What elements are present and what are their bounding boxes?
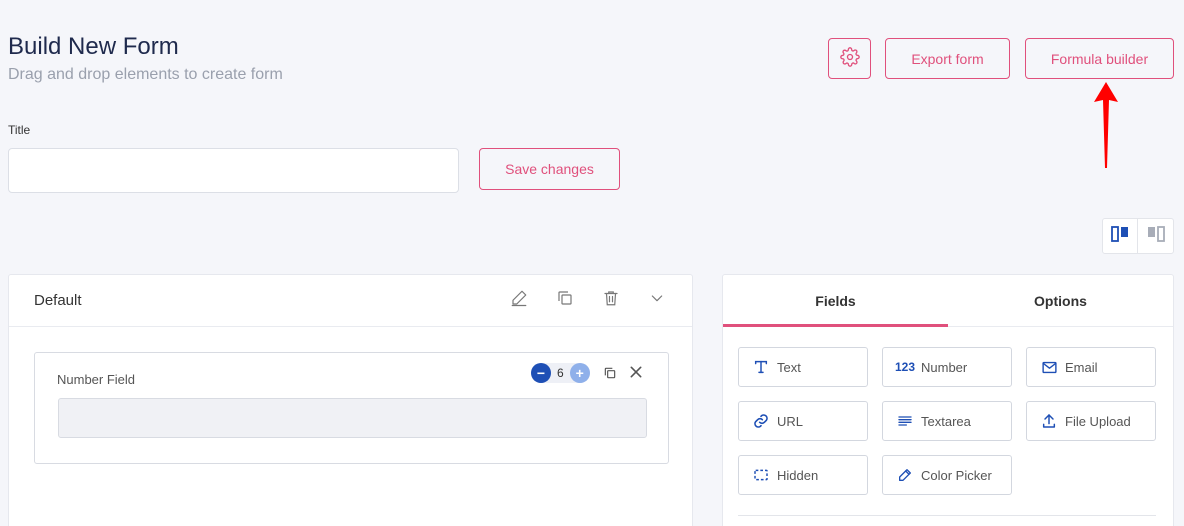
field-type-color-picker[interactable]: Color Picker (882, 455, 1012, 495)
panel-tabs: Fields Options (723, 275, 1173, 327)
gear-icon (839, 47, 860, 70)
close-icon (628, 364, 644, 385)
page-subtitle: Drag and drop elements to create form (8, 66, 283, 83)
color-picker-icon (895, 465, 915, 485)
text-icon (751, 357, 771, 377)
tab-options[interactable]: Options (948, 275, 1173, 326)
delete-section-button[interactable] (599, 289, 623, 313)
field-width-value: 6 (557, 366, 564, 380)
field-type-label: File Upload (1065, 413, 1131, 429)
section-header: Default (9, 275, 692, 327)
field-type-text[interactable]: Text (738, 347, 868, 387)
formula-builder-button[interactable]: Formula builder (1025, 38, 1174, 79)
decrease-width-button[interactable]: − (531, 363, 551, 383)
number-icon: 123 (894, 360, 916, 374)
field-type-label: Email (1065, 359, 1098, 375)
field-type-label: URL (777, 413, 804, 429)
layout-option-left[interactable] (1103, 219, 1139, 253)
field-type-label: Text (777, 359, 801, 375)
chevron-down-icon (649, 290, 665, 311)
field-type-textarea[interactable]: Textarea (882, 401, 1012, 441)
annotation-arrow-icon (1094, 82, 1118, 168)
duplicate-section-button[interactable] (553, 289, 577, 313)
field-type-label: Textarea (921, 413, 971, 429)
field-label: Number Field (57, 372, 136, 387)
hidden-icon (751, 465, 771, 485)
tab-fields[interactable]: Fields (723, 275, 948, 327)
copy-icon (556, 289, 574, 312)
field-type-email[interactable]: Email (1026, 347, 1156, 387)
minus-icon: − (536, 365, 546, 381)
title-label: Title (8, 123, 31, 137)
number-field-card[interactable]: Number Field − 6 + (34, 352, 669, 464)
field-type-number[interactable]: 123 Number (882, 347, 1012, 387)
field-width-control: − 6 + (531, 363, 590, 383)
collapse-section-button[interactable] (645, 289, 669, 313)
elements-panel: Fields Options Text 123 Number Email URL… (722, 274, 1174, 526)
field-type-url[interactable]: URL (738, 401, 868, 441)
layout-toggle (1102, 218, 1174, 254)
page-title: Build New Form (8, 33, 179, 60)
field-type-label: Color Picker (921, 467, 992, 483)
remove-field-button[interactable] (624, 362, 648, 386)
section-title: Default (34, 292, 82, 309)
number-field-preview (58, 398, 647, 438)
plus-icon: + (575, 365, 584, 381)
section-card: Default Number Field − 6 + (8, 274, 693, 526)
edit-icon (510, 289, 528, 312)
email-icon (1039, 357, 1059, 377)
columns-right-icon (1147, 225, 1165, 247)
export-form-button[interactable]: Export form (885, 38, 1010, 79)
textarea-icon (895, 411, 915, 431)
field-type-file-upload[interactable]: File Upload (1026, 401, 1156, 441)
settings-button[interactable] (828, 38, 871, 79)
link-icon (751, 411, 771, 431)
field-type-hidden[interactable]: Hidden (738, 455, 868, 495)
layout-option-right[interactable] (1138, 219, 1173, 253)
edit-section-button[interactable] (507, 289, 531, 313)
trash-icon (602, 289, 620, 312)
upload-icon (1039, 411, 1059, 431)
title-input[interactable] (8, 148, 459, 193)
section-actions (507, 289, 669, 313)
field-type-label: Hidden (777, 467, 819, 483)
panel-divider (738, 515, 1156, 516)
field-type-grid: Text 123 Number Email URL Textarea File … (738, 347, 1156, 495)
field-type-label: Number (921, 359, 968, 375)
copy-icon (603, 366, 617, 385)
columns-left-icon (1111, 225, 1129, 247)
save-changes-button[interactable]: Save changes (479, 148, 620, 190)
duplicate-field-button[interactable] (598, 363, 622, 387)
increase-width-button[interactable]: + (569, 363, 590, 383)
